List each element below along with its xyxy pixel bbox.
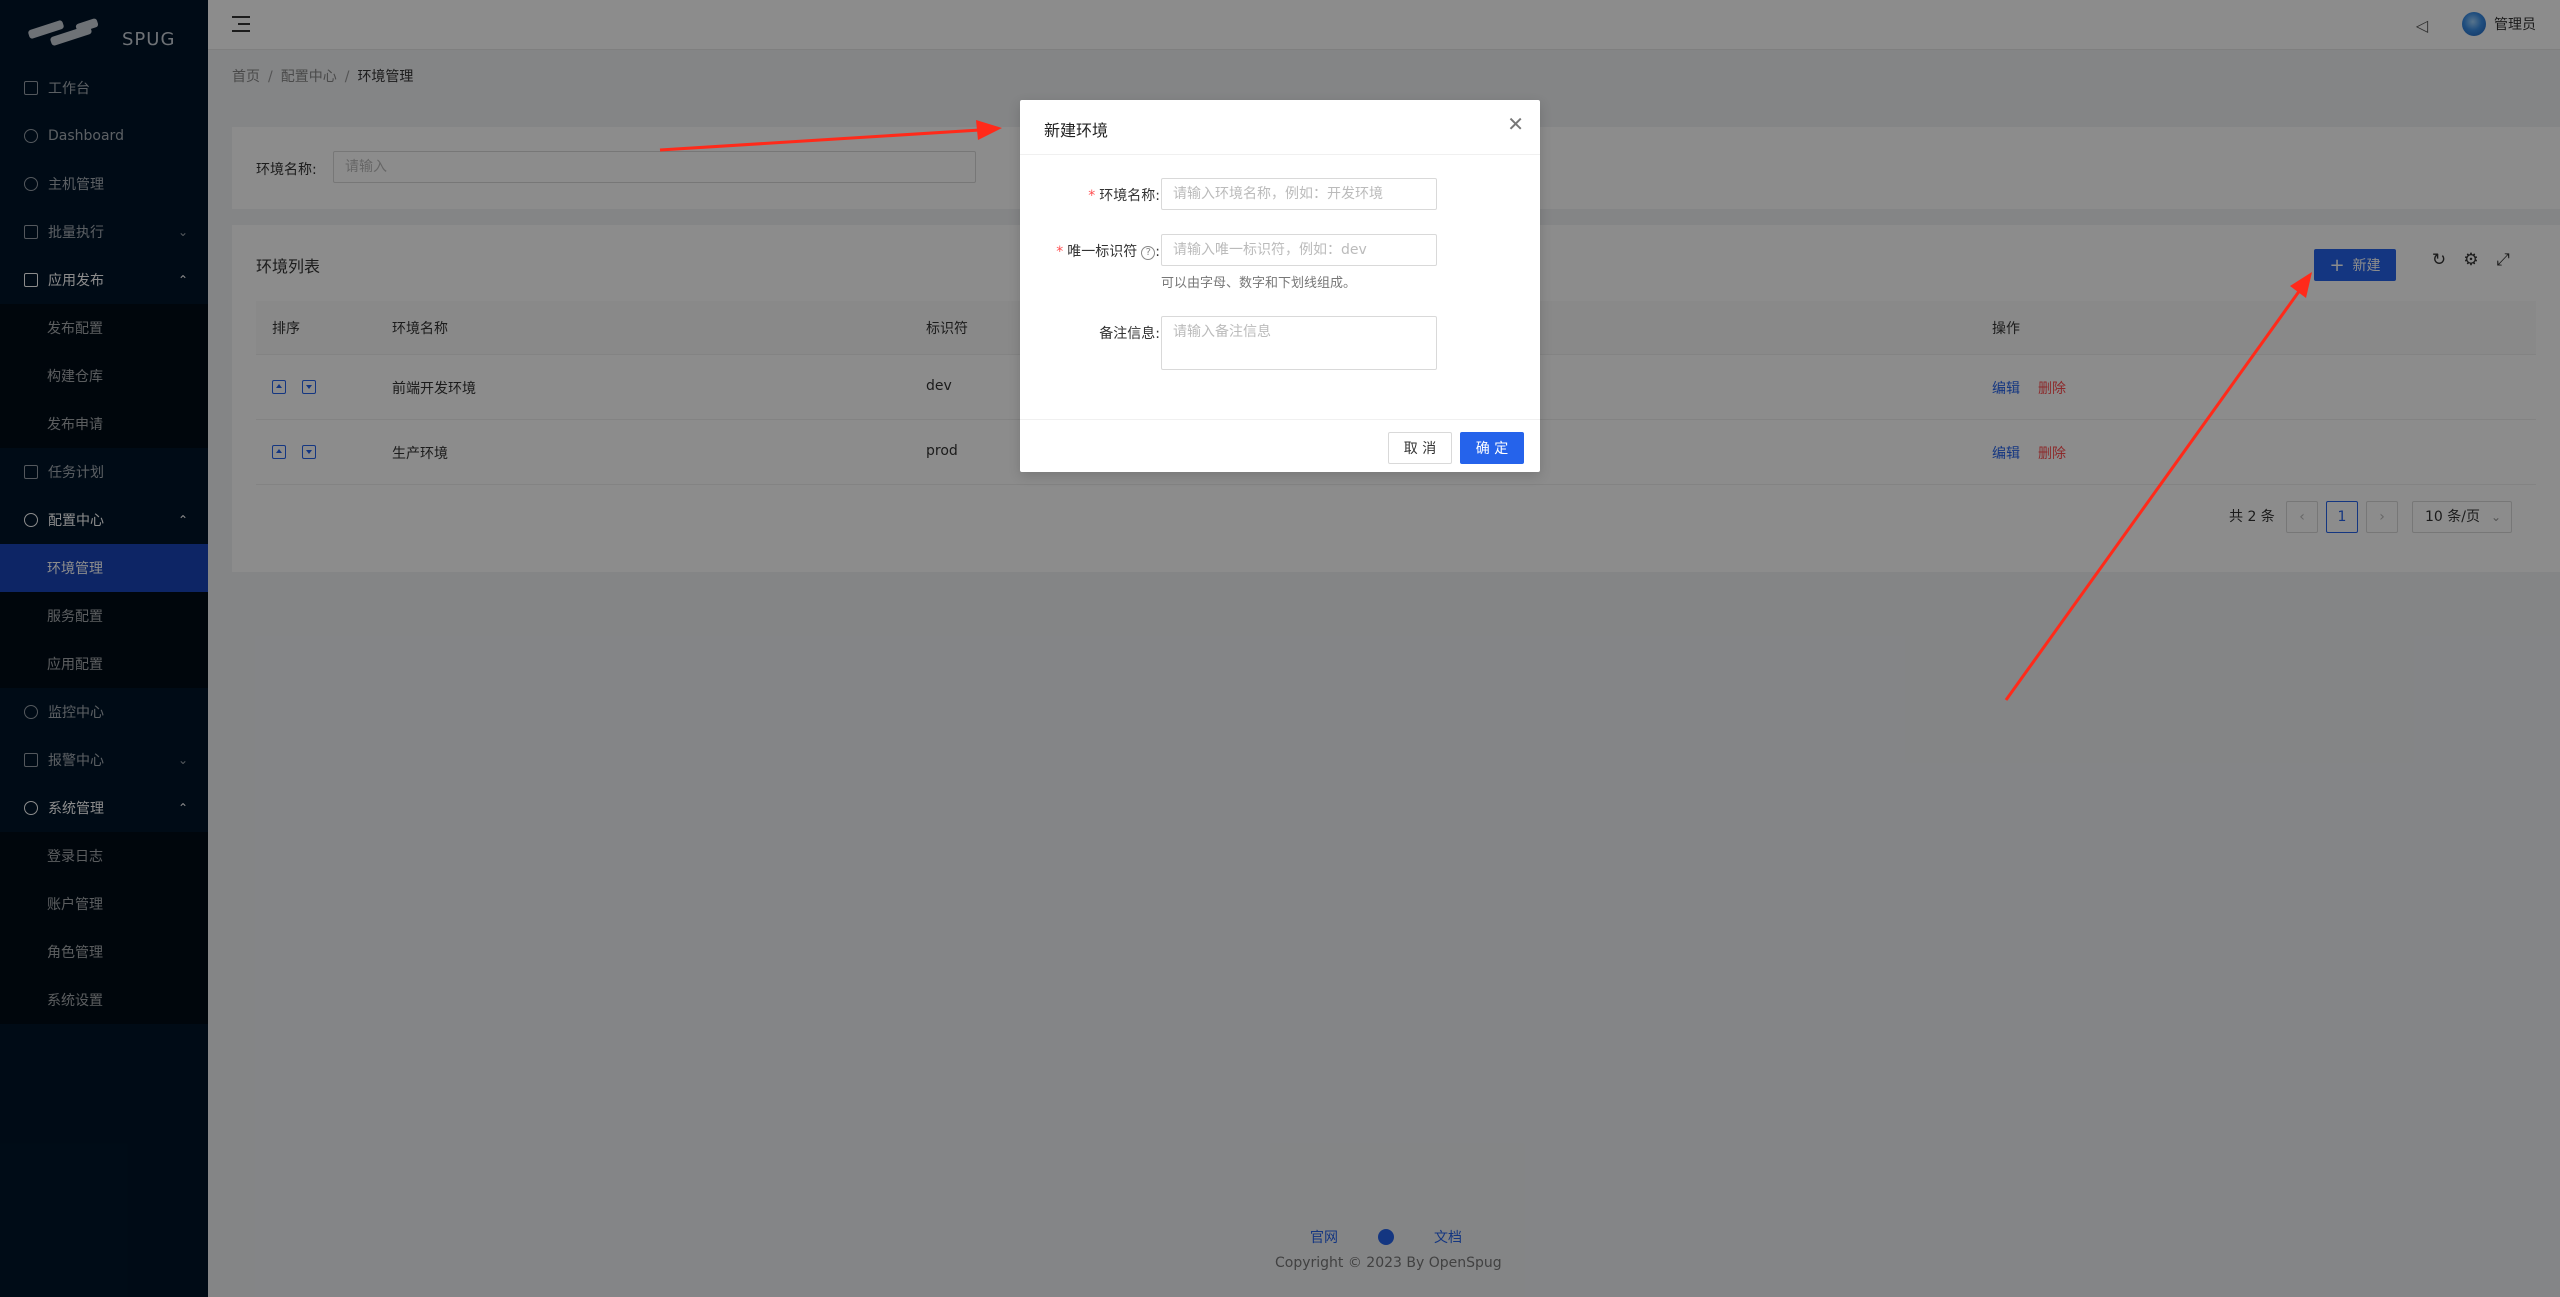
cancel-button[interactable]: 取 消 bbox=[1388, 432, 1452, 464]
env-key-input[interactable]: 请输入唯一标识符，例如：dev bbox=[1161, 234, 1437, 266]
modal-header: 新建环境 ✕ bbox=[1020, 100, 1540, 155]
close-icon[interactable]: ✕ bbox=[1507, 114, 1524, 134]
env-name-label: * 环境名称: bbox=[1088, 188, 1160, 204]
env-key-help: 可以由字母、数字和下划线组成。 bbox=[1161, 276, 1357, 291]
env-name-input[interactable]: 请输入环境名称，例如：开发环境 bbox=[1161, 178, 1437, 210]
env-desc-textarea[interactable]: 请输入备注信息 bbox=[1161, 316, 1437, 370]
env-key-label: * 唯一标识符?: bbox=[1056, 244, 1160, 260]
env-desc-label: 备注信息: bbox=[1099, 326, 1160, 342]
confirm-button[interactable]: 确 定 bbox=[1460, 432, 1524, 464]
modal-footer: 取 消 确 定 bbox=[1020, 419, 1540, 472]
modal-title: 新建环境 bbox=[1044, 121, 1109, 140]
new-environment-modal: 新建环境 ✕ * 环境名称: 请输入环境名称，例如：开发环境 * 唯一标识符?: 请… bbox=[1020, 100, 1540, 472]
question-circle-icon: ? bbox=[1141, 246, 1156, 260]
